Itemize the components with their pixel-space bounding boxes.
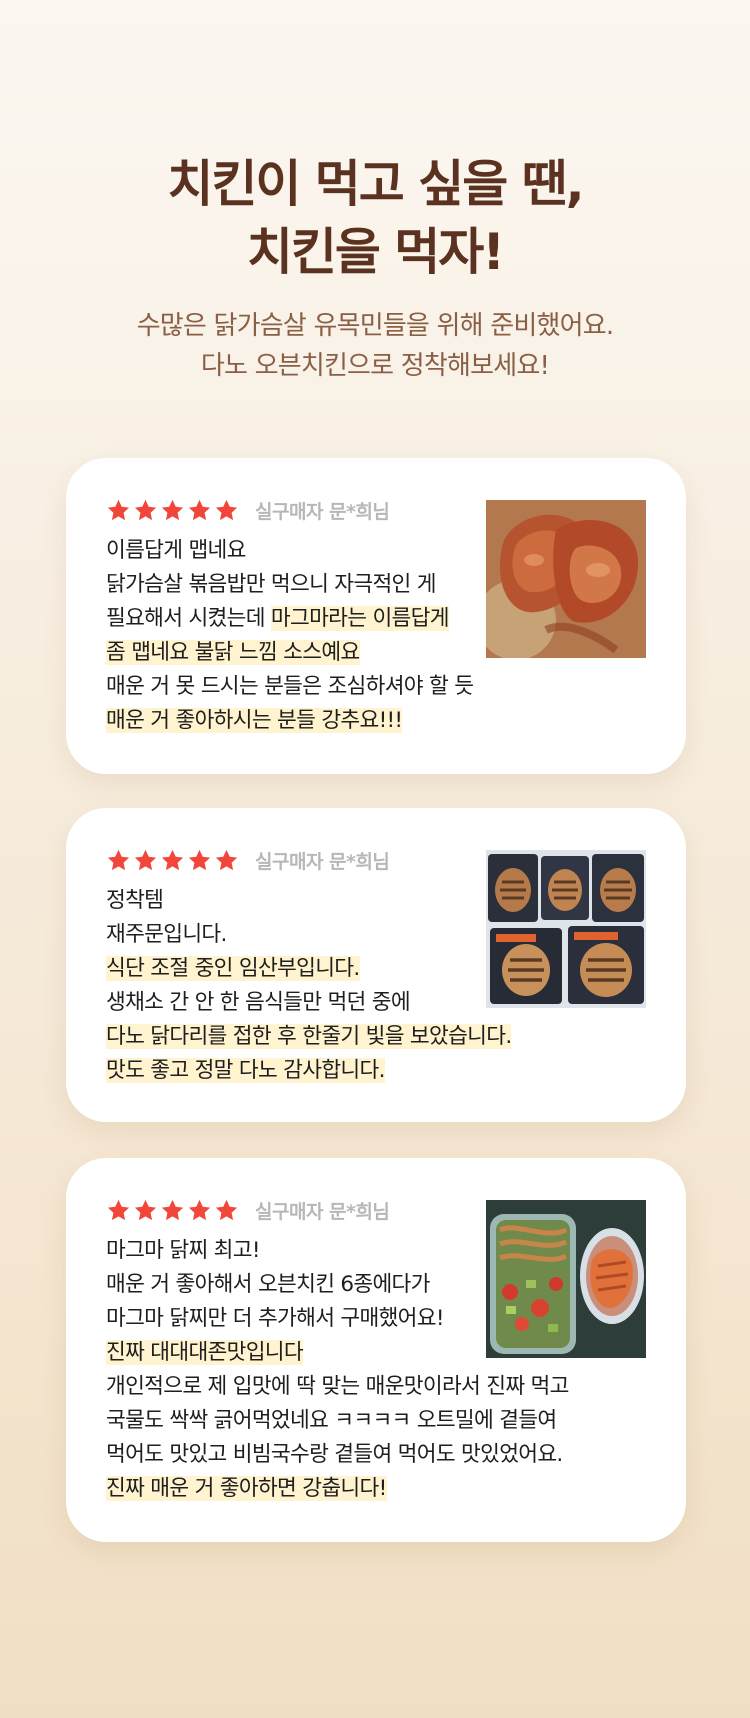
star-icon [161, 849, 184, 870]
star-icon [134, 849, 157, 870]
review-line: 먹어도 맛있고 비빔국수랑 곁들여 먹어도 맛있었어요. [106, 1438, 576, 1472]
reviewer-name: 실구매자 문*희님 [255, 1200, 390, 1223]
review-card: 실구매자 문*희님 이름답게 맵네요닭가슴살 볶음밥만 먹으니 자극적인 게필요… [66, 458, 686, 774]
star-icon [107, 849, 130, 870]
review-text-part: 매운 거 좋아해서 오븐치킨 6종에다가 [106, 1272, 430, 1297]
star-icon [161, 499, 184, 520]
review-text-part: 국물도 싹싹 긁어먹었네요 ㅋㅋㅋㅋ 오트밀에 곁들여 [106, 1408, 557, 1433]
review-photo[interactable] [486, 500, 646, 658]
review-text-part: 먹어도 맛있고 비빔국수랑 곁들여 먹어도 맛있었어요. [106, 1442, 563, 1467]
highlighted-text: 다노 닭다리를 접한 후 한줄기 빛을 보았습니다. [106, 1024, 512, 1049]
star-icon [215, 499, 238, 520]
review-line: 다노 닭다리를 접한 후 한줄기 빛을 보았습니다. [106, 1020, 576, 1054]
review-line: 매운 거 좋아하시는 분들 강추요!!! [106, 704, 576, 738]
review-text-part: 재주문입니다. [106, 922, 227, 947]
page-subtitle: 수많은 닭가슴살 유목민들을 위해 준비했어요. 다노 오븐치킨으로 정착해보세… [0, 306, 750, 386]
star-icon [134, 1199, 157, 1220]
subtitle-line-1: 수많은 닭가슴살 유목민들을 위해 준비했어요. [136, 311, 614, 341]
highlighted-text: 진짜 대대대존맛입니다 [106, 1340, 304, 1365]
star-icon [161, 1199, 184, 1220]
review-line: 국물도 싹싹 긁어먹었네요 ㅋㅋㅋㅋ 오트밀에 곁들여 [106, 1404, 576, 1438]
review-header: 실구매자 문*희님 [106, 846, 390, 874]
star-icon [215, 849, 238, 870]
review-photo[interactable] [486, 1200, 646, 1358]
star-rating [106, 848, 239, 873]
highlighted-text: 좀 맵네요 불닭 느낌 소스예요 [106, 640, 360, 665]
review-text-part: 이름답게 맵네요 [106, 538, 246, 563]
review-text-part: 마그마 닭찌만 더 추가해서 구매했어요! [106, 1306, 444, 1331]
highlighted-text: 맛도 좋고 정말 다노 감사합니다. [106, 1058, 385, 1083]
reviewer-name: 실구매자 문*희님 [255, 850, 390, 873]
review-text-part: 생채소 간 안 한 음식들만 먹던 중에 [106, 990, 411, 1015]
hero-section: 치킨이 먹고 싶을 땐, 치킨을 먹자! 수많은 닭가슴살 유목민들을 위해 준… [0, 150, 750, 386]
review-line: 맛도 좋고 정말 다노 감사합니다. [106, 1054, 576, 1088]
star-icon [188, 849, 211, 870]
star-icon [134, 499, 157, 520]
review-card: 실구매자 문*희님 정착템재주문입니다. 식단 조절 중인 임산부입니다. 생채소 … [66, 808, 686, 1122]
review-text-part: 필요해서 시켰는데 [106, 606, 271, 631]
star-icon [188, 499, 211, 520]
highlighted-text: 매운 거 좋아하시는 분들 강추요!!! [106, 708, 403, 733]
review-text-part: 닭가슴살 볶음밥만 먹으니 자극적인 게 [106, 572, 437, 597]
review-text-part: 마그마 닭찌 최고! [106, 1238, 260, 1263]
star-icon [107, 1199, 130, 1220]
reviewer-name: 실구매자 문*희님 [255, 500, 390, 523]
highlighted-text: 마그마라는 이름답게 [270, 606, 449, 631]
star-rating [106, 1198, 239, 1223]
review-text-part: 정착템 [106, 888, 164, 913]
star-icon [107, 499, 130, 520]
highlighted-text: 식단 조절 중인 임산부입니다. [106, 956, 360, 981]
packaged-chicken-photo-icon [486, 850, 646, 1008]
lunchbox-photo-icon [486, 1200, 646, 1358]
page-title: 치킨이 먹고 싶을 땐, 치킨을 먹자! [0, 150, 750, 286]
review-photo[interactable] [486, 850, 646, 1008]
review-card: 실구매자 문*희님 마그마 닭찌 최고! 매운 거 좋아해서 오븐치킨 6종에다가… [66, 1158, 686, 1542]
star-icon [188, 1199, 211, 1220]
review-line: 진짜 매운 거 좋아하면 강춥니다! [106, 1472, 576, 1506]
title-line-2: 치킨을 먹자! [246, 223, 505, 281]
star-icon [215, 1199, 238, 1220]
star-rating [106, 498, 239, 523]
review-text-part: 개인적으로 제 입맛에 딱 맞는 매운맛이라서 진짜 먹고 [106, 1374, 569, 1399]
review-line: 개인적으로 제 입맛에 딱 맞는 매운맛이라서 진짜 먹고 [106, 1370, 576, 1404]
subtitle-line-2: 다노 오븐치킨으로 정착해보세요! [200, 351, 550, 381]
title-line-1: 치킨이 먹고 싶을 땐, [167, 155, 584, 213]
review-header: 실구매자 문*희님 [106, 496, 390, 524]
review-text-part: 매운 거 못 드시는 분들은 조심하셔야 할 듯 [106, 674, 474, 699]
highlighted-text: 진짜 매운 거 좋아하면 강춥니다! [106, 1476, 387, 1501]
spicy-chicken-photo-icon [486, 500, 646, 658]
review-header: 실구매자 문*희님 [106, 1196, 390, 1224]
review-line: 매운 거 못 드시는 분들은 조심하셔야 할 듯 [106, 670, 576, 704]
